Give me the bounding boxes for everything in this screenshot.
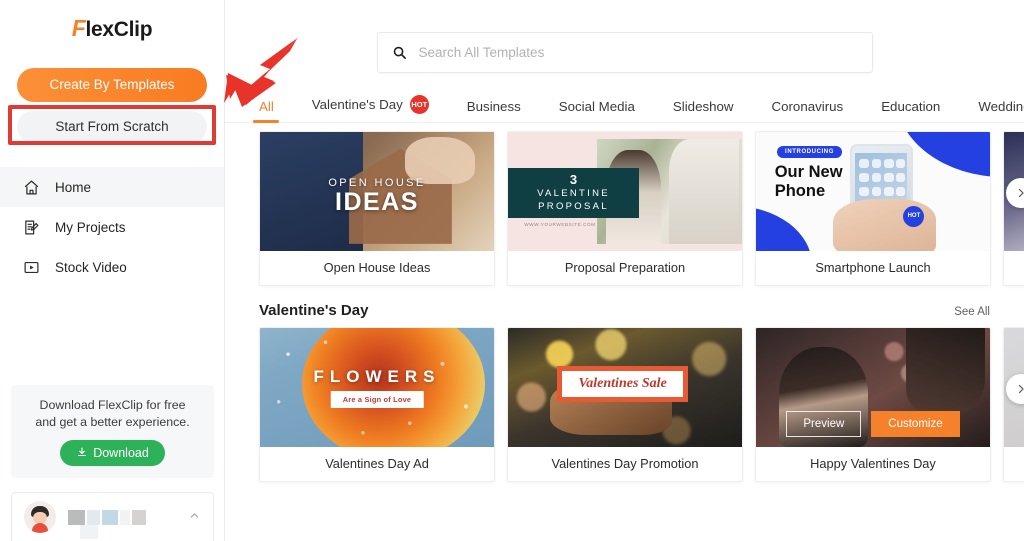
flexclip-app: FlexClip Create By Templates Start From …: [0, 0, 1024, 541]
main-content: All Valentine's Day HOT Business Social …: [225, 0, 1024, 541]
section-title: Valentine's Day: [259, 302, 369, 319]
tab-education[interactable]: Education: [862, 99, 959, 122]
template-caption: Happy Valentines Day: [810, 456, 936, 471]
template-row: FLOWERS Are a Sign of Love Valentines Da…: [225, 327, 1024, 482]
template-card[interactable]: Valentines Sale Valentines Day Promotion: [507, 327, 743, 482]
create-by-templates-button[interactable]: Create By Templates: [17, 68, 207, 102]
tab-label: Valentine's Day: [311, 97, 403, 112]
download-button[interactable]: Download: [60, 440, 165, 466]
thumb-overlay-text: VALENTINE: [537, 187, 610, 199]
thumb-overlay-badge: INTRODUCING: [777, 146, 842, 159]
section-header: Valentine's Day See All: [225, 302, 1024, 319]
template-card[interactable]: [1003, 327, 1024, 482]
chevron-up-icon[interactable]: [188, 509, 201, 525]
sidebar-item-label: My Projects: [55, 219, 126, 235]
search-icon: [392, 45, 407, 60]
sidebar-item-label: Home: [55, 179, 92, 195]
search-box[interactable]: [376, 32, 873, 73]
tab-label: Business: [466, 99, 521, 114]
avatar: [24, 501, 56, 533]
tab-label: Social Media: [558, 99, 635, 114]
template-caption: [1004, 447, 1024, 481]
template-thumbnail: INTRODUCING Our New Phone HOT: [756, 132, 990, 251]
customize-button[interactable]: Customize: [871, 411, 960, 437]
template-thumbnail: 3 VALENTINE PROPOSAL WWW.YOURWEBSITE.COM: [508, 132, 742, 251]
tab-wedding[interactable]: Wedding: [959, 99, 1024, 122]
template-card[interactable]: Preview Customize Happy Valentines Day: [755, 327, 991, 482]
tab-coronavirus[interactable]: Coronavirus: [753, 99, 863, 122]
thumb-overlay-text: Valentines Sale: [562, 370, 683, 398]
projects-icon: [20, 216, 42, 238]
template-card[interactable]: FLOWERS Are a Sign of Love Valentines Da…: [259, 327, 495, 482]
template-caption: [1004, 251, 1024, 285]
tab-label: Wedding: [978, 99, 1024, 114]
template-caption: Open House Ideas: [323, 260, 431, 275]
template-thumbnail: FLOWERS Are a Sign of Love: [260, 328, 494, 447]
logo[interactable]: FlexClip: [0, 0, 224, 58]
section-featured: OPEN HOUSE IDEAS Open House Ideas 3 VALE…: [225, 131, 1024, 286]
card-hover-actions: Preview Customize: [756, 411, 990, 437]
thumb-overlay-url: WWW.YOURWEBSITE.COM: [524, 222, 596, 228]
search-row: [225, 0, 1024, 73]
video-icon: [20, 256, 42, 278]
search-input[interactable]: [418, 45, 858, 60]
sidebar-item-label: Stock Video: [55, 259, 127, 275]
section-valentines-day: Valentine's Day See All FLOWERS Are a Si…: [225, 302, 1024, 482]
sidebar: FlexClip Create By Templates Start From …: [0, 0, 225, 541]
tab-slideshow[interactable]: Slideshow: [654, 99, 753, 122]
download-promo: Download FlexClip for free and get a bet…: [11, 385, 214, 478]
template-thumbnail: Valentines Sale: [508, 328, 742, 447]
template-caption: Smartphone Launch: [815, 260, 931, 275]
template-thumbnail: OPEN HOUSE IDEAS: [260, 132, 494, 251]
download-button-label: Download: [93, 446, 149, 460]
thumb-overlay-text: PROPOSAL: [538, 200, 609, 212]
sidebar-item-home[interactable]: Home: [0, 167, 224, 207]
template-card[interactable]: OPEN HOUSE IDEAS Open House Ideas: [259, 131, 495, 286]
thumb-overlay-text: Our New: [774, 162, 843, 181]
sidebar-item-stock-video[interactable]: Stock Video: [0, 247, 224, 287]
thumb-overlay-text: IDEAS: [335, 188, 419, 217]
template-row: OPEN HOUSE IDEAS Open House Ideas 3 VALE…: [225, 131, 1024, 286]
tab-label: Coronavirus: [771, 99, 844, 114]
template-card[interactable]: 3 VALENTINE PROPOSAL WWW.YOURWEBSITE.COM…: [507, 131, 743, 286]
template-card[interactable]: [1003, 131, 1024, 286]
tab-valentines-day[interactable]: Valentine's Day HOT: [293, 95, 448, 122]
tab-social-media[interactable]: Social Media: [540, 99, 654, 122]
template-card[interactable]: INTRODUCING Our New Phone HOT Smartphone…: [755, 131, 991, 286]
template-caption: Valentines Day Promotion: [551, 456, 699, 471]
template-thumbnail: Preview Customize: [756, 328, 990, 447]
user-account-bar[interactable]: [11, 492, 214, 541]
thumb-overlay-text: Phone: [774, 181, 826, 200]
user-name-redacted: [68, 509, 146, 539]
tab-all[interactable]: All: [240, 99, 293, 122]
promo-line-2: and get a better experience.: [35, 415, 190, 429]
hot-badge: HOT: [409, 95, 429, 114]
logo-text: lexClip: [85, 17, 153, 41]
see-all-link[interactable]: See All: [954, 306, 990, 318]
tab-business[interactable]: Business: [448, 99, 540, 122]
category-tabs: All Valentine's Day HOT Business Social …: [225, 93, 1024, 123]
tab-label: Education: [881, 99, 941, 114]
promo-line-1: Download FlexClip for free: [39, 398, 186, 412]
template-caption: Valentines Day Ad: [325, 456, 429, 471]
preview-button[interactable]: Preview: [786, 411, 862, 437]
home-icon: [20, 176, 42, 198]
template-caption: Proposal Preparation: [564, 260, 686, 275]
logo-mark: F: [71, 14, 86, 41]
download-icon: [76, 446, 88, 461]
sidebar-item-my-projects[interactable]: My Projects: [0, 207, 224, 247]
start-from-scratch-button[interactable]: Start From Scratch: [17, 111, 207, 143]
thumb-overlay-badge: Are a Sign of Love: [330, 391, 424, 409]
tab-label: All: [259, 99, 274, 114]
thumb-overlay-text: FLOWERS: [313, 367, 441, 387]
tab-label: Slideshow: [672, 99, 734, 114]
thumb-overlay-text: 3: [569, 171, 578, 187]
sidebar-nav: Home My Projects Stock Video: [0, 167, 224, 287]
